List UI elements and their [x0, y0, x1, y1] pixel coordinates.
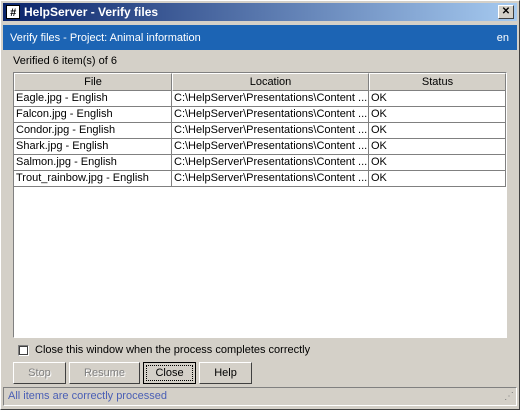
cell-status: OK	[369, 139, 506, 155]
cell-location: C:\HelpServer\Presentations\Content ...	[172, 139, 369, 155]
cell-file: Falcon.jpg - English	[14, 107, 172, 123]
cell-file: Salmon.jpg - English	[14, 155, 172, 171]
cell-file: Condor.jpg - English	[14, 123, 172, 139]
verify-files-window: # HelpServer - Verify files ✕ Verify fil…	[0, 0, 520, 410]
cell-location: C:\HelpServer\Presentations\Content ...	[172, 91, 369, 107]
close-on-complete-option[interactable]: Close this window when the process compl…	[18, 344, 310, 356]
close-on-complete-checkbox[interactable]	[18, 344, 29, 356]
cell-file: Trout_rainbow.jpg - English	[14, 171, 172, 187]
cell-status: OK	[369, 171, 506, 187]
title-bar[interactable]: # HelpServer - Verify files ✕	[3, 3, 517, 21]
resize-grip-icon[interactable]: ⋰	[502, 391, 514, 403]
column-header-location[interactable]: Location	[172, 73, 369, 91]
table-row[interactable]: Condor.jpg - English C:\HelpServer\Prese…	[14, 123, 506, 139]
stop-button[interactable]: Stop	[13, 362, 66, 384]
close-window-icon[interactable]: ✕	[498, 5, 514, 19]
status-bar: All items are correctly processed ⋰	[3, 387, 517, 406]
cell-file: Eagle.jpg - English	[14, 91, 172, 107]
cell-location: C:\HelpServer\Presentations\Content ...	[172, 123, 369, 139]
table-row[interactable]: Falcon.jpg - English C:\HelpServer\Prese…	[14, 107, 506, 123]
cell-location: C:\HelpServer\Presentations\Content ...	[172, 171, 369, 187]
help-button[interactable]: Help	[199, 362, 252, 384]
column-header-status[interactable]: Status	[369, 73, 506, 91]
cell-status: OK	[369, 155, 506, 171]
close-button-label: Close	[146, 365, 193, 381]
button-bar: Stop Resume Close Help	[13, 362, 252, 384]
table-header: File Location Status	[14, 73, 506, 91]
table-row[interactable]: Salmon.jpg - English C:\HelpServer\Prese…	[14, 155, 506, 171]
status-text: All items are correctly processed	[8, 390, 167, 402]
resume-button[interactable]: Resume	[69, 362, 140, 384]
close-button[interactable]: Close	[143, 362, 196, 384]
cell-status: OK	[369, 91, 506, 107]
window-title: HelpServer - Verify files	[24, 5, 159, 19]
files-table[interactable]: File Location Status Eagle.jpg - English…	[13, 72, 507, 338]
language-code: en	[496, 31, 509, 44]
verification-summary: Verified 6 item(s) of 6	[13, 55, 117, 67]
app-icon: #	[6, 5, 20, 19]
close-on-complete-label[interactable]: Close this window when the process compl…	[35, 344, 310, 356]
table-row[interactable]: Shark.jpg - English C:\HelpServer\Presen…	[14, 139, 506, 155]
cell-status: OK	[369, 123, 506, 139]
cell-status: OK	[369, 107, 506, 123]
header-project-text: Verify files - Project: Animal informati…	[10, 31, 201, 44]
cell-file: Shark.jpg - English	[14, 139, 172, 155]
column-header-file[interactable]: File	[14, 73, 172, 91]
table-row[interactable]: Trout_rainbow.jpg - English C:\HelpServe…	[14, 171, 506, 187]
cell-location: C:\HelpServer\Presentations\Content ...	[172, 155, 369, 171]
cell-location: C:\HelpServer\Presentations\Content ...	[172, 107, 369, 123]
header-band: Verify files - Project: Animal informati…	[3, 25, 517, 50]
table-row[interactable]: Eagle.jpg - English C:\HelpServer\Presen…	[14, 91, 506, 107]
